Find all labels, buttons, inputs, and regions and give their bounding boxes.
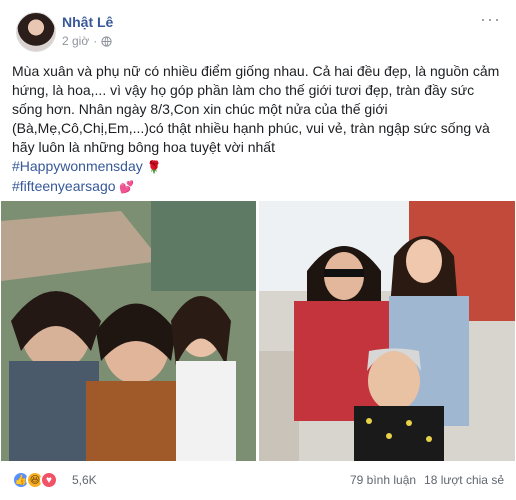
post-text-line: Mùa xuân và phụ nữ có nhiều điểm giống n… bbox=[12, 63, 500, 79]
post-text: Mùa xuân và phụ nữ có nhiều điểm giống n… bbox=[12, 62, 504, 197]
globe-icon bbox=[101, 35, 112, 47]
post-footer: 👍 😆 ♥ 5,6K 79 bình luận 18 lượt chia sẻ bbox=[12, 470, 504, 490]
photo-left[interactable] bbox=[1, 201, 256, 461]
hashtag-link[interactable]: #fifteenyearsago bbox=[12, 178, 116, 194]
reactions-count[interactable]: 5,6K bbox=[72, 473, 97, 487]
post-text-line: hãy luôn là những bông hoa tuyệt vời nhấ… bbox=[12, 139, 275, 155]
post-meta: 2 giờ · bbox=[62, 34, 112, 48]
post-text-line: (Bà,Mẹ,Cô,Chị,Em,...)có thật nhiều hạnh … bbox=[12, 120, 490, 136]
photo-right-image bbox=[259, 201, 515, 461]
hashtag-link[interactable]: #Happywonmensday bbox=[12, 158, 143, 174]
post-text-line: hứng, là hoa,... vì vậy họ góp phần làm … bbox=[12, 82, 475, 98]
hashtag-line: #Happywonmensday 🌹 bbox=[12, 157, 504, 177]
rose-emoji-icon: 🌹 bbox=[146, 160, 162, 174]
more-options-icon[interactable]: ··· bbox=[480, 10, 500, 30]
photo-right[interactable] bbox=[259, 201, 515, 461]
author-name[interactable]: Nhật Lê bbox=[62, 14, 113, 30]
hearts-emoji-icon: 💕 bbox=[119, 180, 135, 194]
post-time[interactable]: 2 giờ bbox=[62, 34, 89, 48]
reaction-icons[interactable]: 👍 😆 ♥ bbox=[12, 471, 58, 489]
shares-count[interactable]: 18 lượt chia sẻ bbox=[424, 473, 504, 487]
post-text-line: sống hơn. Nhân ngày 8/3,Con xin chúc một… bbox=[12, 101, 388, 117]
comments-count[interactable]: 79 bình luận bbox=[350, 473, 416, 487]
post-photos bbox=[0, 201, 516, 461]
post-header: Nhật Lê 2 giờ · ··· bbox=[16, 10, 500, 52]
author-avatar[interactable] bbox=[16, 12, 56, 52]
engagement-stats: 79 bình luận 18 lượt chia sẻ bbox=[350, 473, 504, 487]
hashtag-line: #fifteenyearsago 💕 bbox=[12, 177, 504, 197]
facebook-post: Nhật Lê 2 giờ · ··· Mùa xuân và phụ nữ c… bbox=[0, 0, 516, 500]
love-reaction-icon: ♥ bbox=[40, 471, 58, 489]
photo-left-image bbox=[1, 201, 256, 461]
